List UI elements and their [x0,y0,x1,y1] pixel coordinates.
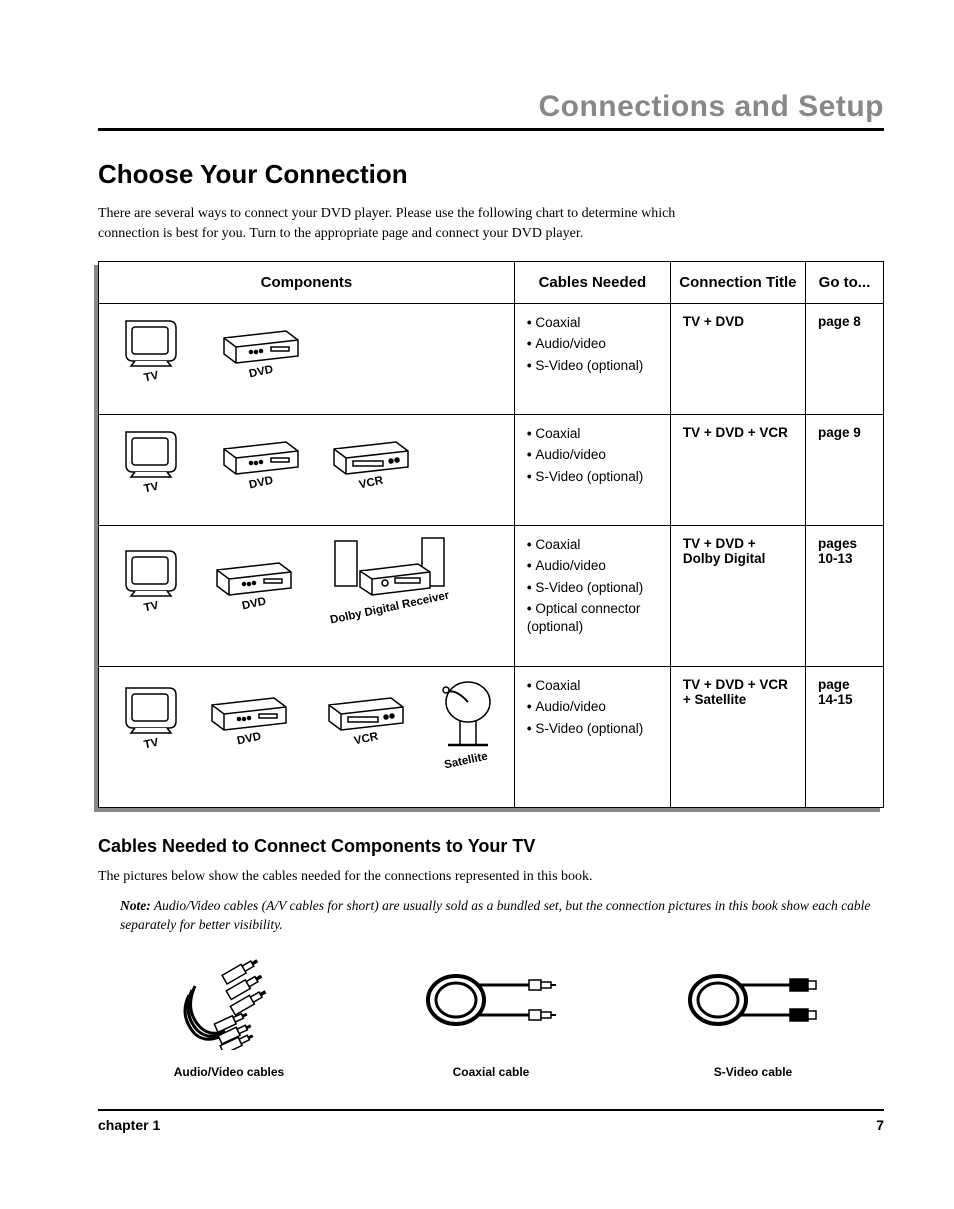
section-header: Connections and Setup [98,90,884,131]
cable-item: Coaxial [527,677,658,695]
device-label: DVD [236,731,262,748]
device-label: VCR [353,731,379,748]
connection-table: Components Cables Needed Connection Titl… [98,261,884,808]
vcr-icon [331,439,411,477]
device-label: TV [143,737,160,752]
connection-title: TV + DVD + VCR + Satellite [670,667,805,808]
device-label: TV [143,370,160,385]
goto-page: page 14-15 [806,667,884,808]
cable-list: Coaxial Audio/video S-Video (optional) [527,677,658,738]
satellite-icon [436,677,496,757]
cable-item: Audio/Video cables [98,955,360,1079]
note-label: Note: [120,898,151,913]
cable-item: Audio/video [527,446,658,464]
cable-item: Audio/video [527,335,658,353]
coaxial-cable-icon [416,955,566,1050]
goto-page: pages 10-13 [806,526,884,667]
goto-page: page 9 [806,415,884,526]
cable-item: Audio/video [527,698,658,716]
device-label: DVD [248,364,274,381]
table-row: TV DVD Coaxial Audio/video S-Video (opti… [99,304,884,415]
dvd-icon [214,560,294,598]
sub-heading: Cables Needed to Connect Components to Y… [98,836,884,857]
cable-item: Audio/video [527,557,658,575]
sub-intro: The pictures below show the cables neede… [98,867,884,887]
cable-item: Coaxial [527,314,658,332]
dvd-icon [221,328,301,366]
cable-item: Coaxial [527,425,658,443]
cable-item: S-Video (optional) [527,357,658,375]
device-label: DVD [241,596,267,613]
tv-icon [121,316,181,371]
cable-list: Coaxial Audio/video S-Video (optional) [527,425,658,486]
tv-icon [121,427,181,482]
tv-icon [121,683,181,738]
device-label: DVD [248,475,274,492]
cable-caption: Audio/Video cables [98,1065,360,1079]
note-text: Note: Audio/Video cables (A/V cables for… [120,897,884,935]
device-label: TV [143,481,160,496]
device-label: TV [143,600,160,615]
note-body: Audio/Video cables (A/V cables for short… [120,898,870,932]
tv-icon [121,546,181,601]
connection-title: TV + DVD + Dolby Digital [670,526,805,667]
dvd-icon [209,695,289,733]
intro-text: There are several ways to connect your D… [98,204,738,243]
page-title: Choose Your Connection [98,159,884,190]
cable-item: Coaxial cable [360,955,622,1079]
table-row: TV DVD VCR Satellite [99,667,884,808]
th-goto: Go to... [806,262,884,304]
th-title: Connection Title [670,262,805,304]
cable-list: Coaxial Audio/video S-Video (optional) [527,314,658,375]
th-components: Components [99,262,515,304]
cable-caption: Coaxial cable [360,1065,622,1079]
page-footer: chapter 1 7 [98,1109,884,1133]
cable-item: S-Video (optional) [527,579,658,597]
cable-item: Optical connector (optional) [527,600,658,636]
dvd-icon [221,439,301,477]
cable-item: Coaxial [527,536,658,554]
connection-title: TV + DVD + VCR [670,415,805,526]
cable-list: Coaxial Audio/video S-Video (optional) O… [527,536,658,636]
cable-item: S-Video cable [622,955,884,1079]
footer-chapter: chapter 1 [98,1117,160,1133]
table-row: TV DVD Dolby Digital Receiver Coaxial A [99,526,884,667]
footer-page-number: 7 [876,1117,884,1133]
table-row: TV DVD VCR Coaxial Audio/video S-Video (… [99,415,884,526]
cable-item: S-Video (optional) [527,720,658,738]
svideo-cable-icon [678,955,828,1050]
cable-illustrations: Audio/Video cables Coaxial cable [98,955,884,1079]
device-label: VCR [358,475,384,492]
th-cables: Cables Needed [514,262,670,304]
cable-caption: S-Video cable [622,1065,884,1079]
connection-title: TV + DVD [670,304,805,415]
cable-item: S-Video (optional) [527,468,658,486]
vcr-icon [326,695,406,733]
goto-page: page 8 [806,304,884,415]
av-cables-icon [174,955,284,1050]
